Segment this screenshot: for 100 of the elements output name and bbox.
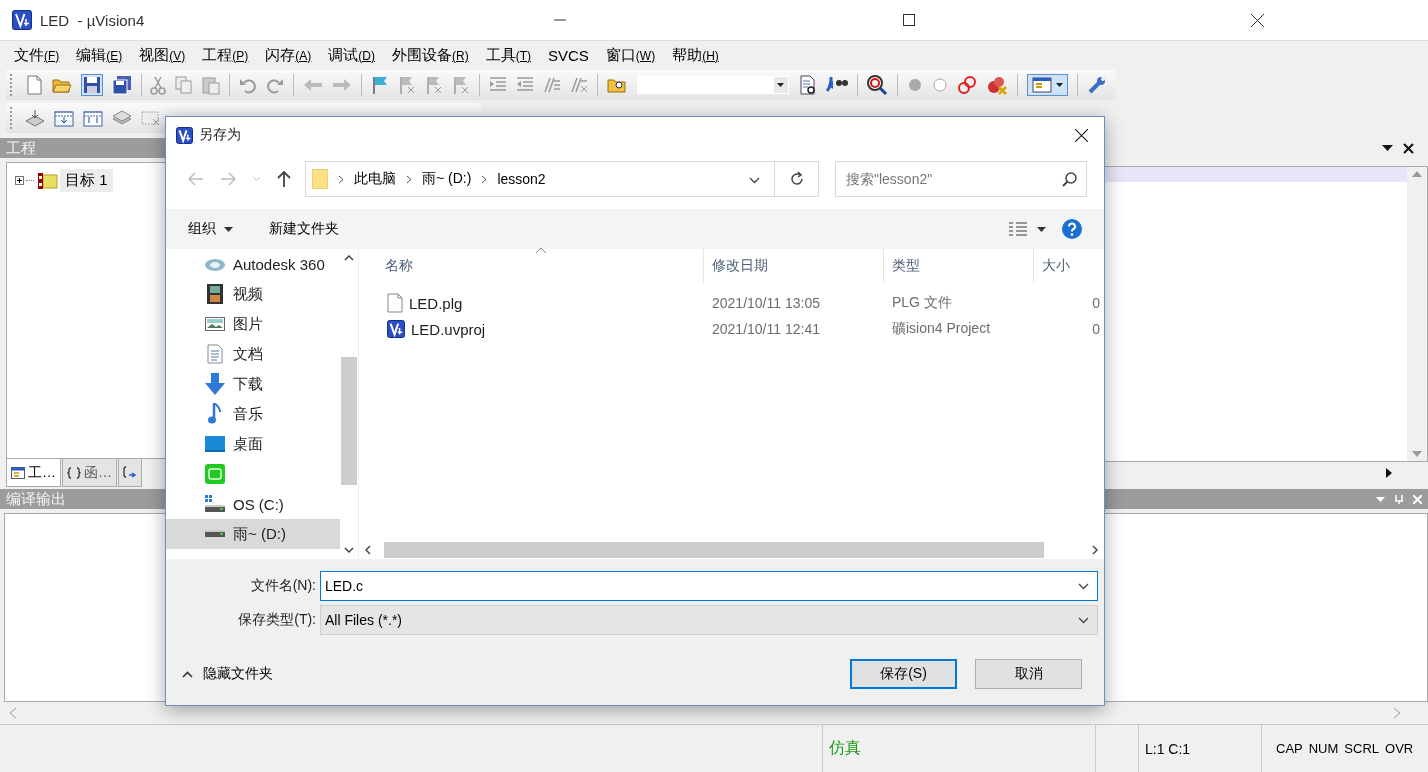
menu-item[interactable]: SVCS: [540, 46, 598, 64]
nav-item[interactable]: 雨~ (D:): [166, 519, 341, 549]
breadcrumb-item[interactable]: 雨~ (D:): [422, 170, 472, 188]
open-folder-icon[interactable]: [51, 76, 72, 94]
new-file-icon[interactable]: [24, 75, 43, 95]
grid-cross-icon[interactable]: [141, 109, 161, 127]
menu-item[interactable]: 调试(D): [320, 45, 384, 65]
nav-item[interactable]: Autodesk 360: [166, 249, 341, 279]
bookmark-flag-icon[interactable]: [451, 75, 470, 95]
outdent-icon[interactable]: [515, 76, 534, 94]
menu-item[interactable]: 文件(F): [6, 45, 69, 65]
column-header[interactable]: 名称: [385, 257, 413, 275]
nav-item[interactable]: 音乐: [166, 399, 341, 429]
save-icon[interactable]: [80, 74, 103, 96]
help-icon[interactable]: [1062, 219, 1082, 239]
menu-item[interactable]: 视图(V): [131, 45, 195, 65]
view-options-button[interactable]: [1009, 222, 1046, 236]
tree-item[interactable]: 目标 1: [60, 169, 113, 192]
left-arrow-icon: [188, 172, 204, 186]
sort-up-icon[interactable]: [535, 247, 547, 254]
file-name[interactable]: LED.plg: [409, 294, 463, 312]
chevron-down-icon: [1078, 583, 1089, 590]
uncomment-lines-icon[interactable]: [569, 76, 588, 94]
nav-item[interactable]: 文档: [166, 339, 341, 369]
menu-item[interactable]: 闪存(A): [257, 45, 321, 65]
scroll-up-icon: [344, 255, 355, 261]
nav-item[interactable]: 图片: [166, 309, 341, 339]
right-arrow-icon[interactable]: [332, 77, 353, 93]
pin-icon[interactable]: [1395, 494, 1403, 504]
chip-download-icon[interactable]: [54, 109, 74, 127]
menu-item[interactable]: 窗口(W): [597, 45, 665, 65]
chip-batch-download-icon[interactable]: [83, 109, 103, 127]
nav-item[interactable]: OS (C:): [166, 489, 341, 519]
dropdown-arrow-icon[interactable]: [1382, 145, 1393, 151]
file-name[interactable]: LED.uvproj: [411, 320, 486, 338]
expand-icon[interactable]: [15, 176, 24, 185]
stack-icon[interactable]: [112, 109, 132, 127]
document-search-icon[interactable]: [798, 75, 817, 95]
menu-item[interactable]: 编辑(E): [68, 45, 132, 65]
empty-circle-icon[interactable]: [932, 77, 949, 93]
column-header[interactable]: 类型: [892, 257, 920, 275]
scroll-right-icon[interactable]: [1386, 468, 1392, 478]
panel-tab[interactable]: [118, 459, 142, 487]
close-icon[interactable]: [1403, 142, 1414, 154]
wrench-icon[interactable]: [1087, 75, 1107, 95]
menu-item[interactable]: 工程(P): [194, 45, 258, 65]
dialog-button[interactable]: 取消: [975, 659, 1082, 689]
picture-icon: [205, 317, 225, 331]
menu-item[interactable]: 帮助(H): [664, 45, 728, 65]
template-arrow-icon: [123, 465, 137, 480]
panel-tab[interactable]: 工…: [6, 459, 61, 487]
desktop-icon: [205, 436, 225, 452]
double-ring-icon[interactable]: [957, 75, 978, 95]
status-indicator: CAP: [1276, 741, 1303, 756]
indent-icon[interactable]: [488, 76, 507, 94]
debug-magnifier-icon[interactable]: [866, 74, 889, 96]
filled-circle-icon[interactable]: [907, 77, 924, 93]
file-type-dropdown[interactable]: All Files (*.*): [320, 605, 1098, 635]
column-header[interactable]: 修改日期: [712, 257, 768, 275]
floppy-disk-drawing: [82, 76, 101, 94]
system-drive-icon: [205, 495, 225, 513]
bookmark-flag-icon[interactable]: [397, 75, 416, 95]
menu-item[interactable]: 外围设备(R): [384, 45, 478, 65]
breadcrumb-item[interactable]: 此电脑: [354, 170, 396, 188]
nav-item[interactable]: 桌面: [166, 429, 341, 459]
comment-lines-icon[interactable]: [542, 76, 561, 94]
hide-folders-toggle[interactable]: 隐藏文件夹: [182, 665, 273, 683]
new-folder-button[interactable]: 新建文件夹: [269, 220, 339, 238]
file-type: 礦ision4 Project: [892, 320, 991, 338]
window-menu-button[interactable]: [1027, 74, 1069, 96]
nav-item[interactable]: 下载: [166, 369, 341, 399]
search-field[interactable]: 搜索"lesson2": [835, 161, 1087, 197]
bookmark-flag-icon[interactable]: [424, 75, 443, 95]
target-folder-icon: [36, 171, 58, 190]
paste-icon[interactable]: [202, 75, 221, 95]
blob-cross-icon[interactable]: [986, 75, 1009, 95]
scroll-left-icon[interactable]: [10, 708, 16, 718]
copy-icon[interactable]: [175, 76, 194, 94]
file-name-field[interactable]: LED.c: [320, 571, 1098, 601]
flag-icon[interactable]: [370, 75, 389, 95]
save-all-icon[interactable]: [111, 75, 132, 95]
chevron-right-icon: [406, 175, 412, 184]
stack-load-icon[interactable]: [25, 109, 45, 127]
close-icon[interactable]: [1251, 13, 1264, 27]
redo-icon[interactable]: [266, 76, 285, 94]
panel-tab[interactable]: 函…: [62, 459, 117, 487]
maximize-icon[interactable]: [902, 14, 915, 26]
nav-item[interactable]: 视频: [166, 279, 341, 309]
undo-icon[interactable]: [239, 76, 258, 94]
menu-item[interactable]: 工具(T): [477, 45, 540, 65]
refresh-button[interactable]: [775, 161, 819, 197]
scissors-icon[interactable]: [150, 75, 167, 95]
dialog-button[interactable]: 保存(S): [850, 659, 957, 689]
address-bar[interactable]: 此电脑 雨~ (D:) lesson2: [305, 161, 775, 197]
organize-menu[interactable]: 组织: [188, 220, 233, 238]
vertical-scrollbar[interactable]: [1407, 167, 1427, 461]
left-arrow-icon[interactable]: [303, 77, 324, 93]
column-header[interactable]: 大小: [1042, 257, 1070, 275]
folder-search-icon[interactable]: [606, 76, 627, 94]
breadcrumb-item[interactable]: lesson2: [497, 171, 546, 187]
